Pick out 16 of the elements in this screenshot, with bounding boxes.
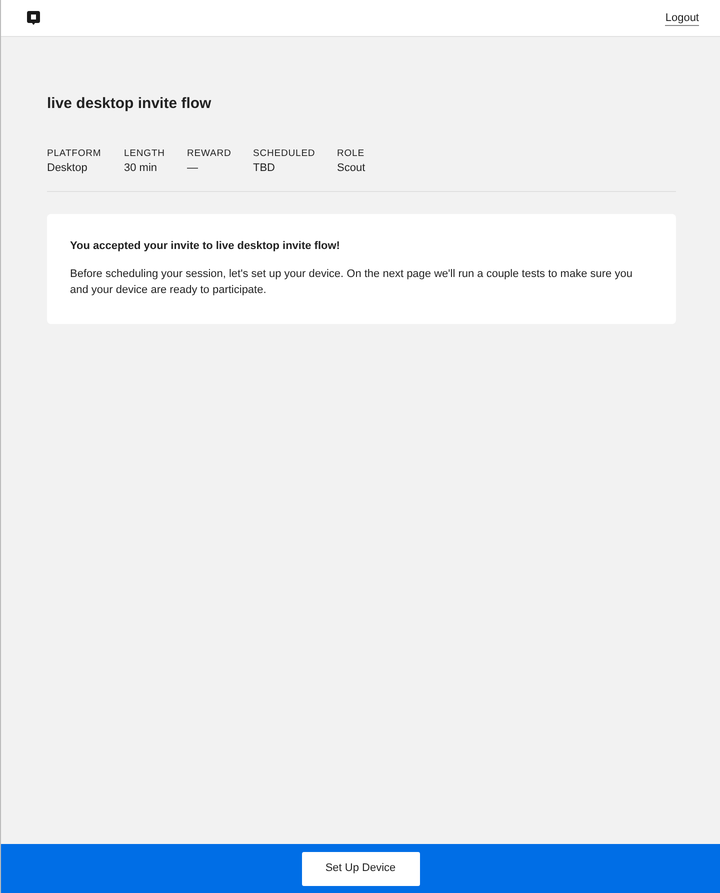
logo-icon — [27, 11, 40, 25]
detail-label: ROLE — [337, 147, 366, 160]
detail-value: TBD — [253, 161, 276, 176]
set-up-device-button[interactable]: Set Up Device — [302, 852, 420, 886]
detail-label: LENGTH — [124, 147, 166, 160]
detail-value: 30 min — [124, 161, 158, 176]
detail-label: REWARD — [187, 147, 232, 160]
notice-text: Before scheduling your session, let's set up your device. On the next page we'll run a couple tests to make sure you and your device are ready to participate. — [70, 266, 634, 298]
detail-label: PLATFORM — [47, 147, 102, 160]
detail-value: Desktop — [47, 161, 88, 176]
study-title: live desktop invite flow — [47, 95, 212, 113]
logout-link[interactable]: Logout — [665, 10, 699, 26]
notice-heading: You accepted your invite to live desktop invite flow! — [70, 239, 341, 254]
detail-value: Scout — [337, 161, 366, 176]
detail-label: SCHEDULED — [253, 147, 316, 160]
detail-value: — — [187, 161, 199, 176]
